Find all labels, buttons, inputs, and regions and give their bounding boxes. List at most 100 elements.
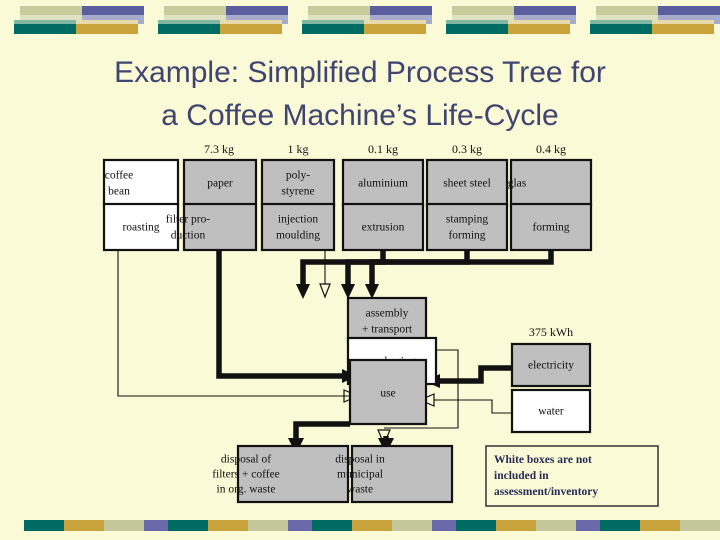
decor-top-unit bbox=[432, 6, 576, 34]
decor-bar bbox=[370, 6, 432, 15]
node-injection-moulding[interactable]: injection moulding bbox=[260, 202, 336, 252]
node-electricity[interactable]: electricity bbox=[510, 342, 592, 388]
decor-bar bbox=[76, 24, 138, 34]
node-label: water bbox=[538, 406, 564, 418]
node-glas[interactable]: glas bbox=[508, 158, 593, 208]
decor-bar bbox=[590, 24, 652, 34]
decor-bottom-unit bbox=[0, 520, 184, 532]
decor-bar bbox=[508, 24, 570, 34]
node-label: filter pro- bbox=[166, 214, 211, 226]
legend-box: White boxes are not included in assessme… bbox=[485, 445, 659, 507]
decorative-bottom-border bbox=[0, 520, 720, 532]
decor-bar bbox=[446, 24, 508, 34]
decor-bar bbox=[24, 520, 64, 531]
decor-bar bbox=[536, 520, 576, 531]
decor-bar bbox=[496, 520, 536, 531]
page-title-line-1: Example: Simplified Process Tree for bbox=[114, 56, 606, 89]
node-label: filters + coffee bbox=[212, 469, 280, 481]
legend-line-2: included in bbox=[494, 470, 549, 482]
decor-bar bbox=[452, 6, 514, 15]
node-forming[interactable]: forming bbox=[509, 202, 593, 252]
decor-bottom-unit bbox=[288, 520, 472, 532]
node-label: forming bbox=[448, 230, 485, 242]
process-tree-diagram: 7.3 kg 1 kg 0.1 kg 0.3 kg 0.4 kg 375 kWh… bbox=[0, 138, 720, 508]
node-label: styrene bbox=[281, 186, 314, 198]
decor-bar bbox=[208, 520, 248, 531]
decor-bar bbox=[308, 6, 370, 15]
decor-bottom-unit bbox=[432, 520, 616, 532]
page-title: Example: Simplified Process Tree for a C… bbox=[20, 52, 700, 137]
node-label: moulding bbox=[276, 230, 320, 242]
node-label: disposal of bbox=[221, 454, 271, 466]
node-label: assembly bbox=[366, 308, 409, 320]
node-polystyrene[interactable]: poly- styrene bbox=[260, 158, 336, 208]
decor-bar bbox=[248, 520, 288, 531]
decor-bar bbox=[168, 520, 208, 531]
decor-bar bbox=[20, 6, 82, 15]
decor-bar bbox=[596, 6, 658, 15]
decor-bar bbox=[514, 6, 576, 15]
node-label: stamping bbox=[446, 214, 488, 226]
decor-bar bbox=[158, 24, 220, 34]
node-label: glas bbox=[508, 178, 527, 190]
decor-bar bbox=[82, 6, 144, 15]
decor-bar bbox=[220, 24, 282, 34]
decor-top-unit bbox=[144, 6, 288, 34]
weight-label-paper: 7.3 kg bbox=[204, 142, 234, 156]
node-label: electricity bbox=[528, 360, 574, 372]
node-assembly[interactable]: assembly + transport bbox=[346, 296, 428, 344]
node-label: bean bbox=[108, 186, 130, 198]
node-disposal-organic[interactable]: disposal of filters + coffee in org. was… bbox=[212, 444, 350, 504]
node-label: forming bbox=[532, 222, 569, 234]
decor-bar bbox=[164, 6, 226, 15]
decor-top-unit bbox=[0, 6, 144, 34]
weight-label-glas: 0.4 kg bbox=[536, 142, 566, 156]
weight-label-polystyrene: 1 kg bbox=[288, 142, 309, 156]
decor-bar bbox=[652, 24, 714, 34]
weight-label-aluminium: 0.1 kg bbox=[368, 142, 398, 156]
node-label: extrusion bbox=[362, 222, 405, 234]
decor-bar bbox=[302, 24, 364, 34]
node-label: duction bbox=[171, 230, 206, 242]
node-label: aluminium bbox=[358, 178, 408, 190]
decor-bottom-unit bbox=[576, 520, 720, 532]
node-label: injection bbox=[278, 214, 318, 226]
node-paper[interactable]: paper bbox=[182, 158, 258, 208]
node-label: paper bbox=[207, 178, 233, 190]
node-filter-production[interactable]: filter pro- duction bbox=[166, 202, 258, 252]
decor-bar bbox=[658, 6, 720, 15]
node-stamping-forming[interactable]: stamping forming bbox=[425, 202, 509, 252]
legend-line-1: White boxes are not bbox=[494, 454, 592, 466]
node-extrusion[interactable]: extrusion bbox=[341, 202, 425, 252]
node-label: municipal bbox=[337, 469, 383, 481]
node-roasting[interactable]: roasting bbox=[102, 202, 180, 252]
node-aluminium[interactable]: aluminium bbox=[341, 158, 425, 208]
decor-top-unit bbox=[576, 6, 720, 34]
node-coffee-bean[interactable]: coffee bean bbox=[102, 158, 180, 208]
node-use[interactable]: use bbox=[348, 358, 428, 426]
page-title-line-2: a Coffee Machine’s Life-Cycle bbox=[161, 98, 559, 132]
decor-bottom-unit bbox=[144, 520, 328, 532]
node-label: + transport bbox=[362, 324, 413, 336]
decor-bar bbox=[640, 520, 680, 531]
node-label: sheet steel bbox=[443, 178, 491, 190]
node-label: use bbox=[380, 388, 395, 400]
decor-bar bbox=[64, 520, 104, 531]
node-label: poly- bbox=[286, 170, 310, 182]
node-disposal-municipal[interactable]: disposal in municipal waste bbox=[335, 444, 454, 504]
decor-bar bbox=[14, 24, 76, 34]
decor-bar bbox=[600, 520, 640, 531]
node-label: roasting bbox=[122, 222, 159, 234]
node-water[interactable]: water bbox=[510, 388, 592, 434]
decor-bar bbox=[364, 24, 426, 34]
node-label: in org. waste bbox=[217, 484, 276, 496]
weight-label-sheet-steel: 0.3 kg bbox=[452, 142, 482, 156]
weight-label-electricity: 375 kWh bbox=[529, 325, 573, 339]
node-sheet-steel[interactable]: sheet steel bbox=[425, 158, 509, 208]
decor-bar bbox=[226, 6, 288, 15]
decor-bar bbox=[392, 520, 432, 531]
node-label: disposal in bbox=[335, 454, 385, 466]
node-label: waste bbox=[347, 484, 373, 496]
decor-bar bbox=[456, 520, 496, 531]
decor-top-unit bbox=[288, 6, 432, 34]
